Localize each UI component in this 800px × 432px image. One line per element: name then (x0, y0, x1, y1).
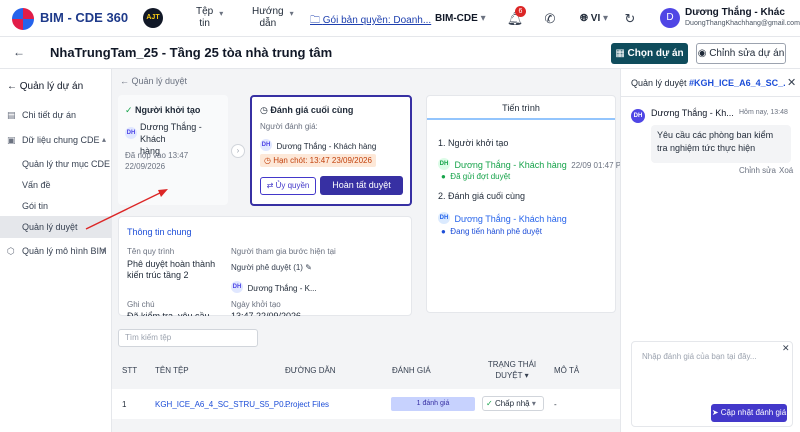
project-header: ← NhaTrungTam_25 - Tầng 25 tòa nhà trung… (0, 37, 800, 69)
partner-logo: AJT (143, 8, 163, 28)
avatar: DH (631, 108, 645, 123)
chevron-down-icon: ▾ (603, 13, 609, 24)
edit-project-button[interactable]: ◉ Chỉnh sửa dự án (696, 43, 786, 64)
main-content: ← Quản lý duyệt ✓ Người khởi tạo DH Dươn… (85, 69, 628, 432)
sidebar-item-label: Quản lý thư mục CDE (22, 159, 111, 169)
sidebar-item-label: Gói tin (22, 201, 49, 211)
phone-icon[interactable]: ✆ (540, 9, 560, 29)
license-link[interactable]: 🗀 Gói bản quyền: Doanh... (310, 13, 431, 30)
sidebar-item-packages[interactable]: Gói tin (0, 195, 112, 217)
database-icon: ▣ (7, 135, 16, 145)
comment-author: Dương Thắng - Kh... (651, 108, 734, 118)
sidebar-title[interactable]: ← Quản lý dự án (7, 81, 83, 92)
choose-project-label: Chọn dự án (627, 48, 684, 59)
sidebar-item-cde-data[interactable]: ▣ Dữ liệu chung CDE ▴ (0, 129, 112, 151)
license-text: Gói bản quyền: Doanh... (322, 15, 432, 26)
history-icon[interactable]: ↻ (620, 9, 640, 29)
send-icon: ➤ (711, 408, 721, 417)
globe-icon: 🌐︎ (580, 13, 588, 24)
language-value: VI (590, 13, 601, 24)
chevron-down-icon: ▾ (101, 246, 106, 255)
sidebar-item-cde-folders[interactable]: Quản lý thư mục CDE (0, 153, 112, 175)
menu-guide-label-2: dẫn (259, 18, 277, 29)
comment-message: Yêu cầu các phòng ban kiểm tra nghiệm tứ… (651, 125, 791, 163)
top-bar: BIM - CDE 360 AJT Tệp tin ▾ Hướng dẫn ▾ … (0, 0, 800, 37)
chevron-down-icon: ▾ (289, 9, 294, 18)
back-arrow-icon[interactable]: ← (13, 45, 25, 59)
submit-review-label: Cập nhật đánh giá (720, 408, 787, 417)
back-arrow-icon: ← (7, 81, 20, 92)
sidebar-item-label: Quản lý duyệt (22, 222, 78, 232)
user-name[interactable]: Dương Thắng - Khác (685, 7, 785, 18)
panel-title-link[interactable]: #KGH_ICE_A6_4_SC_... (689, 78, 786, 88)
comment-input-placeholder: Nhập đánh giá của bạn tại đây... (642, 352, 757, 361)
sidebar-item-label: Quản lý mô hình BIM (22, 246, 107, 256)
annotation-arrow (85, 189, 168, 230)
choose-project-button[interactable]: ▦ Chọn dự án (611, 43, 688, 64)
folder-icon: 🗀 (310, 15, 323, 26)
user-email: DuongThangKhachhang@gmail.com (685, 20, 800, 27)
sidebar-item-bim-models[interactable]: ⬡ Quản lý mô hình BIM ▾ (0, 240, 112, 262)
sidebar-item-approvals[interactable]: Quản lý duyệt (0, 216, 112, 238)
chevron-down-icon: ▾ (480, 13, 486, 24)
sidebar-item-issues[interactable]: Vấn đề (0, 174, 112, 196)
sidebar-item-project-details[interactable]: ▤ Chi tiết dự án (0, 104, 112, 126)
app-logo-icon[interactable] (12, 8, 34, 30)
document-icon: ▤ (7, 110, 16, 120)
project-select[interactable]: BIM-CDE ▾ (435, 13, 486, 24)
project-title: NhaTrungTam_25 - Tầng 25 tòa nhà trung t… (50, 45, 333, 60)
sidebar-item-label: Vấn đề (22, 180, 51, 190)
menu-file-label: Tệp (196, 6, 214, 17)
delete-comment-link[interactable]: Xoá (779, 166, 793, 175)
edit-comment-link[interactable]: Chỉnh sửa (739, 166, 776, 175)
app-name[interactable]: BIM - CDE 360 (40, 10, 128, 25)
sidebar-item-label: Chi tiết dự án (22, 110, 77, 120)
language-select[interactable]: 🌐︎ VI ▾ (580, 13, 608, 24)
comment-avatar: DH (631, 107, 645, 125)
project-select-value: BIM-CDE (435, 13, 478, 24)
notification-badge: 6 (515, 6, 526, 17)
panel-title: Quản lý duyệt #KGH_ICE_A6_4_SC_... (631, 78, 786, 88)
sidebar-item-label: Dữ liệu chung CDE (22, 135, 100, 145)
building-icon: ▦ (615, 48, 628, 59)
cube-icon: ⬡ (7, 246, 15, 256)
edit-project-label: Chỉnh sửa dự án (709, 48, 785, 59)
avatar[interactable]: D (660, 8, 680, 28)
menu-file[interactable]: Tệp tin ▾ (196, 6, 223, 30)
sidebar: ← Quản lý dự án ▤ Chi tiết dự án ▣ Dữ li… (0, 69, 112, 432)
close-icon[interactable]: ✕ (787, 76, 796, 89)
sidebar-title-label: Quản lý dự án (19, 81, 84, 92)
divider (621, 96, 800, 97)
chevron-up-icon: ▴ (101, 135, 106, 144)
menu-file-label-2: tin (199, 18, 210, 29)
eye-icon: ◉ (697, 48, 710, 59)
chevron-down-icon: ▾ (219, 9, 224, 18)
menu-guide-label: Hướng (252, 6, 284, 17)
comment-input[interactable]: Nhập đánh giá của bạn tại đây... ✕ ➤ Cập… (631, 341, 793, 427)
review-comments-panel: Quản lý duyệt #KGH_ICE_A6_4_SC_... ✕ DH … (620, 69, 800, 432)
comment-time: Hôm nay, 13:48 (739, 109, 788, 116)
panel-title-prefix: Quản lý duyệt (631, 78, 690, 88)
submit-review-button[interactable]: ➤ Cập nhật đánh giá (711, 404, 787, 422)
close-icon[interactable]: ✕ (782, 343, 790, 354)
menu-guide[interactable]: Hướng dẫn ▾ (252, 6, 294, 30)
